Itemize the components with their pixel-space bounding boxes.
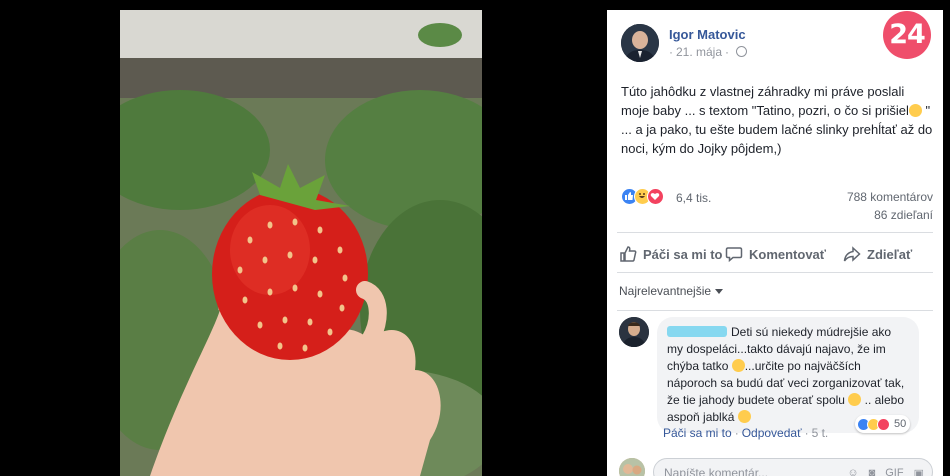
comment-reactions[interactable]: 50 [855,415,911,433]
camera-icon[interactable]: ◙ [869,467,876,476]
comment-label: Komentovať [749,246,827,262]
comment-reaction-count: 50 [894,418,907,430]
divider [617,232,933,233]
redacted-commenter-name[interactable] [667,326,727,337]
smile-emoji-icon [908,104,922,117]
comment-input-placeholder: Napíšte komentár... [664,466,769,476]
facebook-photo-viewer: Igor Matovic · 21. mája · 24 Túto jahôdku … [0,0,950,476]
like-button[interactable]: Páči sa mi to [619,242,722,266]
thumbs-up-icon [620,246,637,262]
smile-emoji-icon [848,393,862,406]
separator: · [734,426,739,440]
post-side-panel: Igor Matovic · 21. mája · 24 Túto jahôdku … [607,10,943,476]
meta-separator: · [725,45,730,59]
comment-input[interactable]: Napíšte komentár... ☺ ◙ GIF ▣ [653,458,933,476]
author-avatar[interactable] [621,24,659,62]
reaction-count[interactable]: 6,4 tis. [676,191,711,205]
post-actions: Páči sa mi to Komentovať Zdieľať [617,242,933,266]
smile-emoji-icon [731,359,745,372]
post-stats: 6,4 tis. 788 komentárov 86 zdieľaní [621,188,933,228]
comments-count[interactable]: 788 komentárov [847,190,933,204]
meta-separator: · [669,45,673,59]
comment-reply-link[interactable]: Odpovedať [742,426,802,440]
tv24-logo: 24 [883,11,931,59]
divider [617,272,933,273]
post-text-part1: Túto jahôdku z vlastnej záhradky mi práv… [621,84,909,118]
post-meta: · 21. mája · [669,45,748,59]
commenter-avatar[interactable] [619,317,649,347]
gif-icon[interactable]: GIF [885,467,903,476]
comment-button[interactable]: Komentovať [725,242,826,266]
comments-sort-label: Najrelevantnejšie [619,284,712,298]
current-user-avatar [619,458,645,476]
photo-pane [0,0,607,476]
separator: · [804,426,809,440]
share-icon [843,246,861,262]
shares-count[interactable]: 86 zdieľaní [874,208,933,222]
comment-like-link[interactable]: Páči sa mi to [663,426,732,440]
divider [617,310,933,311]
post-date[interactable]: 21. mája [676,45,722,59]
smile-emoji-icon [737,410,751,423]
comment-icon [725,247,743,263]
love-reaction-icon [877,417,890,431]
post-text: Túto jahôdku z vlastnej záhradky mi práv… [621,82,933,158]
emoji-icon[interactable]: ☺ [847,467,858,476]
share-button[interactable]: Zdieľať [843,242,912,266]
caret-down-icon [715,289,724,294]
comment-age[interactable]: 5 t. [812,426,829,440]
comment-actions: Páči sa mi to · Odpovedať · 5 t. [663,426,828,440]
like-label: Páči sa mi to [643,246,723,262]
sticker-icon[interactable]: ▣ [914,467,924,476]
composer-icons: ☺ ◙ GIF ▣ [837,467,924,476]
love-reaction-icon [647,188,664,205]
author-name[interactable]: Igor Matovic [669,27,746,42]
globe-icon [736,46,748,57]
comments-sort-dropdown[interactable]: Najrelevantnejšie [619,284,724,298]
share-label: Zdieľať [867,246,913,262]
comment-composer: Napíšte komentár... ☺ ◙ GIF ▣ [619,456,933,476]
post-photo[interactable] [120,10,482,476]
